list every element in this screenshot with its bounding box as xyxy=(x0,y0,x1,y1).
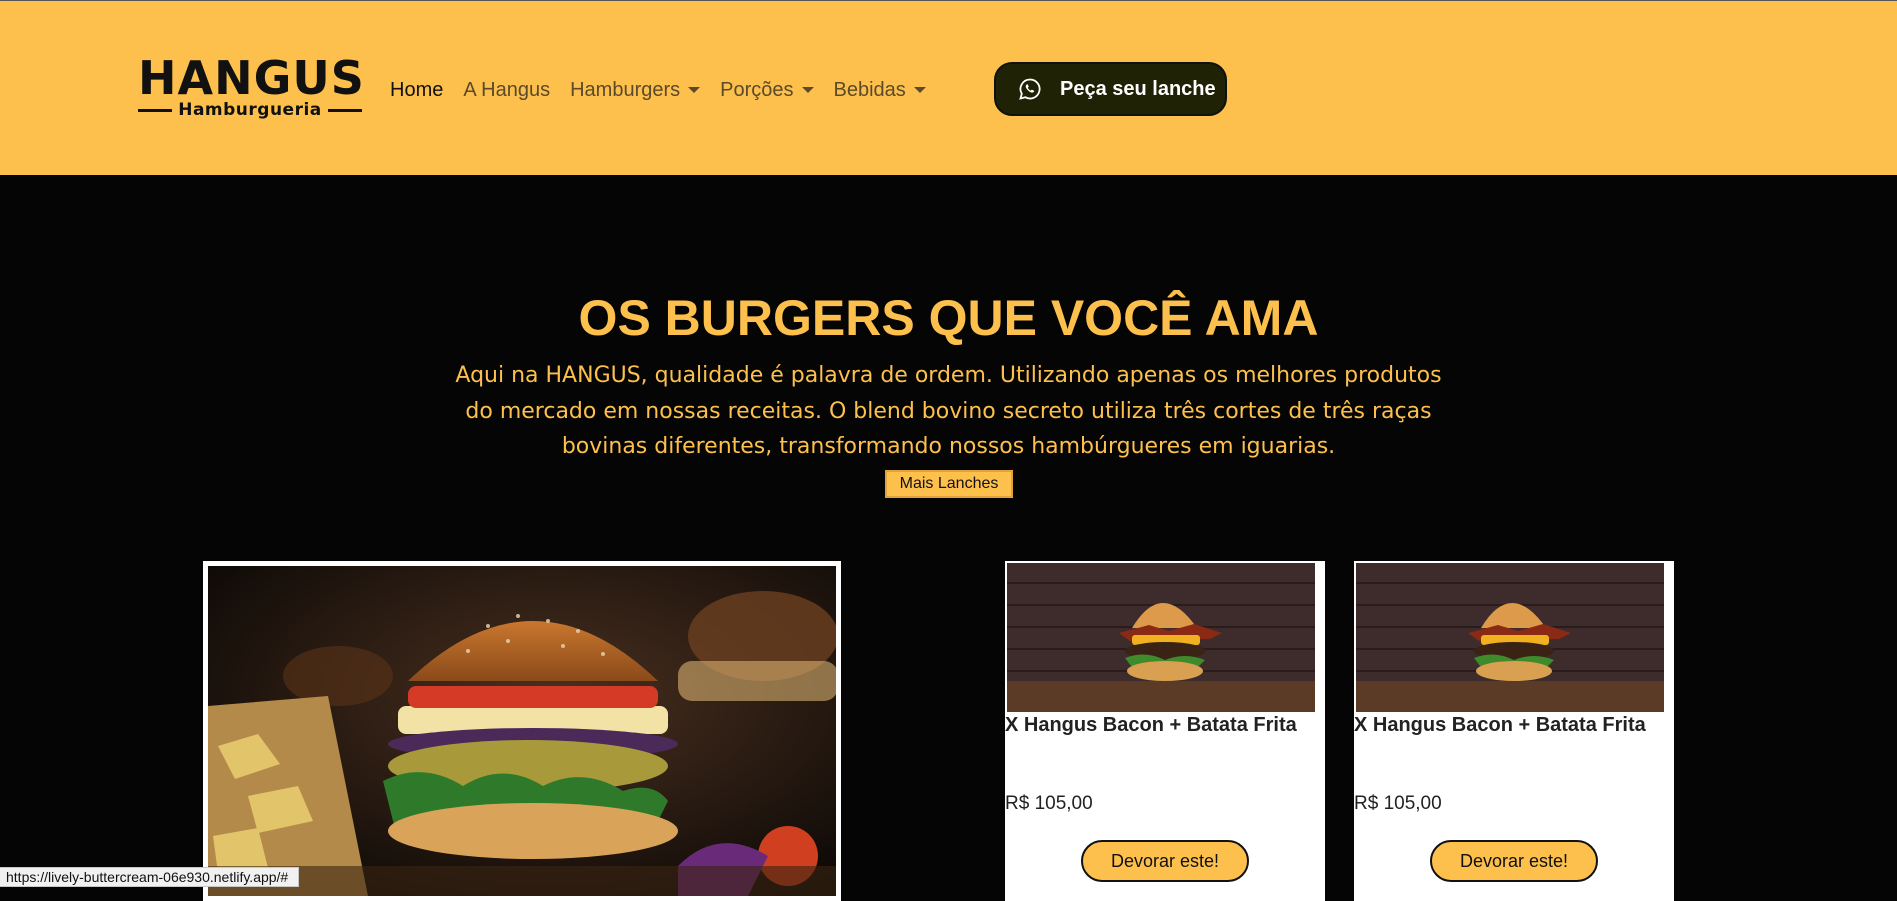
product-title: X Hangus Bacon + Batata Frita xyxy=(1354,714,1646,736)
logo-divider-right xyxy=(327,108,362,112)
nav-hamburgers-dropdown[interactable]: Hamburgers xyxy=(570,78,701,102)
hero-title: OS BURGERS QUE VOCÊ AMA xyxy=(578,290,1319,346)
nav-hamburgers-label: Hamburgers xyxy=(570,78,681,101)
chevron-down-icon xyxy=(913,87,926,93)
chevron-down-icon xyxy=(801,87,814,93)
site-header: HANGUS Hamburgueria Home A Hangus Hambur… xyxy=(0,1,1897,175)
product-price: R$ 105,00 xyxy=(1005,793,1093,814)
order-button-label: Peça seu lanche xyxy=(1060,77,1216,100)
nav-porcoes-dropdown[interactable]: Porções xyxy=(720,78,814,102)
nav-a-hangus[interactable]: A Hangus xyxy=(463,79,550,102)
featured-burger-image xyxy=(203,561,841,901)
chevron-down-icon xyxy=(688,87,701,93)
product-price: R$ 105,00 xyxy=(1354,793,1442,814)
product-title: X Hangus Bacon + Batata Frita xyxy=(1005,714,1297,736)
product-image xyxy=(1007,563,1315,712)
logo-divider-left xyxy=(138,108,173,112)
burger-thumbnail xyxy=(1356,563,1664,712)
featured-burger-photo xyxy=(208,566,836,896)
brand-subtitle: Hamburgueria xyxy=(178,100,322,120)
product-image xyxy=(1356,563,1664,712)
hero-description: Aqui na HANGUS, qualidade é palavra de o… xyxy=(455,363,1442,459)
status-bar-url: https://lively-buttercream-06e930.netlif… xyxy=(0,867,300,887)
brand-name: HANGUS xyxy=(138,51,365,105)
brand-subtitle-row: Hamburgueria xyxy=(138,99,362,121)
devour-button[interactable]: Devorar este! xyxy=(1430,840,1598,882)
nav-porcoes-label: Porções xyxy=(720,78,794,101)
burger-illustration xyxy=(208,566,836,896)
nav-home[interactable]: Home xyxy=(390,79,443,102)
more-burgers-button[interactable]: Mais Lanches xyxy=(885,470,1013,498)
main-nav: Home A Hangus Hamburgers Porções Bebidas xyxy=(390,77,946,103)
nav-bebidas-label: Bebidas xyxy=(833,78,906,101)
devour-button[interactable]: Devorar este! xyxy=(1081,840,1249,882)
order-button[interactable]: Peça seu lanche xyxy=(994,62,1227,116)
burger-thumbnail xyxy=(1007,563,1315,712)
brand-logo[interactable]: HANGUS Hamburgueria xyxy=(138,51,365,123)
whatsapp-icon xyxy=(1019,78,1041,100)
nav-bebidas-dropdown[interactable]: Bebidas xyxy=(834,79,926,102)
